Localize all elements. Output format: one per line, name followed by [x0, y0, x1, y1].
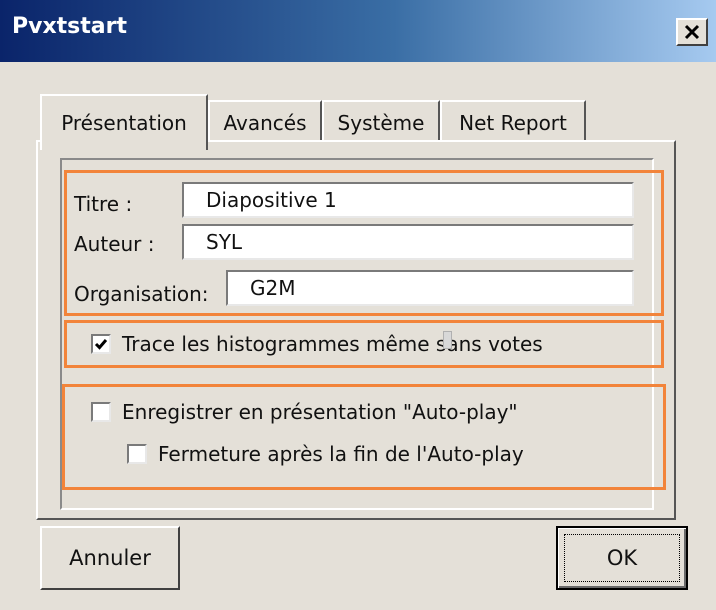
cancel-button[interactable]: Annuler [40, 526, 180, 590]
organisation-field[interactable]: G2M [226, 270, 634, 306]
auteur-label: Auteur : [74, 232, 155, 256]
histogrammes-label: Trace les histogrammes même sans votes [122, 332, 543, 356]
close-button[interactable] [676, 18, 708, 46]
auteur-field[interactable]: SYL [182, 224, 634, 260]
fermeture-label: Fermeture après la fin de l'Auto-play [158, 442, 524, 466]
titre-label: Titre : [74, 192, 133, 216]
ok-button[interactable]: OK [556, 526, 688, 590]
tab-systeme-label: Système [337, 111, 425, 135]
autoplay-checkbox[interactable] [91, 402, 111, 422]
autoplay-label: Enregistrer en présentation "Auto-play" [122, 400, 518, 424]
titre-field[interactable]: Diapositive 1 [182, 182, 634, 218]
window-title: Pvxtstart [12, 14, 127, 39]
tab-systeme[interactable]: Système [322, 100, 440, 144]
title-bar[interactable]: Pvxtstart [0, 0, 716, 62]
tab-presentation[interactable]: Présentation [40, 94, 208, 150]
tab-presentation-label: Présentation [61, 111, 187, 135]
tab-avances-label: Avancés [223, 111, 307, 135]
tab-net-report-label: Net Report [459, 111, 567, 135]
focus-rectangle [564, 534, 680, 582]
tab-net-report[interactable]: Net Report [440, 100, 586, 144]
dialog-window: Pvxtstart Présentation Avancés Système N… [0, 0, 716, 610]
fermeture-checkbox[interactable] [127, 444, 147, 464]
histogrammes-checkbox[interactable] [91, 334, 111, 354]
cancel-button-label: Annuler [69, 546, 151, 570]
tab-avances[interactable]: Avancés [208, 100, 322, 144]
text-cursor-icon [443, 331, 452, 349]
organisation-label: Organisation: [74, 282, 209, 306]
close-icon [683, 24, 701, 40]
